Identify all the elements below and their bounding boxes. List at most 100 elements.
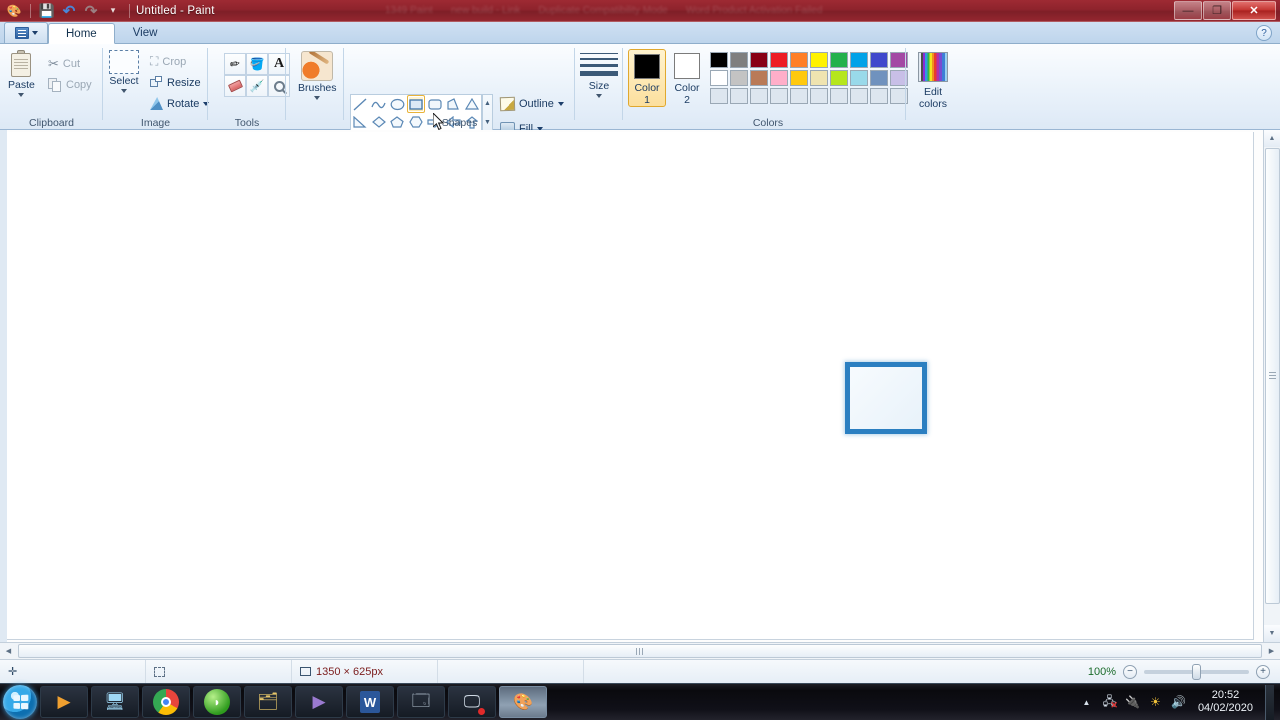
- palette-swatch-r2-c1[interactable]: [710, 70, 728, 86]
- minimize-button[interactable]: —: [1174, 1, 1202, 20]
- color-2-button[interactable]: Color 2: [668, 49, 706, 107]
- palette-swatch-r2-c8[interactable]: [850, 70, 868, 86]
- palette-swatch-r3-c3[interactable]: [750, 88, 768, 104]
- taskbar-paint[interactable]: 🎨: [499, 686, 547, 718]
- scroll-right-icon[interactable]: ▶: [1263, 643, 1280, 659]
- horizontal-scrollbar[interactable]: ◀ ▶: [0, 642, 1280, 659]
- shapes-scroll-up-icon[interactable]: ▲: [483, 95, 492, 112]
- palette-swatch-r1-c9[interactable]: [870, 52, 888, 68]
- vertical-scrollbar[interactable]: ▲ ▼: [1263, 130, 1280, 642]
- select-dropdown-arrow[interactable]: [121, 89, 127, 93]
- size-dropdown-arrow[interactable]: [596, 94, 602, 98]
- drawn-square[interactable]: [845, 362, 927, 434]
- save-icon[interactable]: 💾: [37, 1, 57, 21]
- taskbar-screen-recorder[interactable]: 🖵: [448, 686, 496, 718]
- show-desktop-button[interactable]: [1265, 684, 1274, 720]
- palette-swatch-r2-c6[interactable]: [810, 70, 828, 86]
- taskbar-media-player[interactable]: ▶: [40, 686, 88, 718]
- rectangle-shape[interactable]: [406, 95, 426, 113]
- palette-swatch-r1-c3[interactable]: [750, 52, 768, 68]
- zoom-slider[interactable]: [1144, 663, 1249, 680]
- palette-swatch-r2-c3[interactable]: [750, 70, 768, 86]
- palette-swatch-r3-c5[interactable]: [790, 88, 808, 104]
- taskbar-clock[interactable]: 20:52 04/02/2020: [1194, 689, 1257, 715]
- palette-swatch-r1-c1[interactable]: [710, 52, 728, 68]
- select-button[interactable]: Select: [109, 50, 139, 93]
- redo-icon[interactable]: ↷: [81, 1, 101, 21]
- taskbar-file-explorer[interactable]: 🗂: [244, 686, 292, 718]
- power-plug-icon[interactable]: 🔌: [1125, 695, 1140, 710]
- help-icon[interactable]: ?: [1256, 25, 1272, 41]
- taskbar-microsoft-word[interactable]: W: [346, 686, 394, 718]
- vertical-scroll-thumb[interactable]: [1264, 148, 1280, 604]
- file-menu-button[interactable]: [4, 22, 48, 43]
- palette-swatch-r1-c7[interactable]: [830, 52, 848, 68]
- maximize-button[interactable]: ❐: [1203, 1, 1231, 20]
- taskbar-computer[interactable]: 🖥: [91, 686, 139, 718]
- palette-swatch-r3-c1[interactable]: [710, 88, 728, 104]
- palette-swatch-r3-c8[interactable]: [850, 88, 868, 104]
- undo-icon[interactable]: ↶: [59, 1, 79, 21]
- palette-swatch-r1-c4[interactable]: [770, 52, 788, 68]
- outline-button[interactable]: Outline: [499, 94, 572, 114]
- close-button[interactable]: ✕: [1232, 1, 1276, 20]
- color-picker-tool[interactable]: 💉: [246, 75, 268, 97]
- eraser-tool[interactable]: [224, 75, 246, 97]
- palette-swatch-r2-c4[interactable]: [770, 70, 788, 86]
- edit-colors-button[interactable]: Edit colors: [913, 52, 953, 110]
- palette-swatch-r2-c2[interactable]: [730, 70, 748, 86]
- palette-swatch-r2-c9[interactable]: [870, 70, 888, 86]
- triangle-shape[interactable]: [462, 95, 481, 113]
- palette-swatch-r3-c6[interactable]: [810, 88, 828, 104]
- palette-swatch-r3-c4[interactable]: [770, 88, 788, 104]
- drawing-canvas[interactable]: Left click on Rectangle shape to draw a …: [7, 132, 1254, 720]
- palette-swatch-r3-c2[interactable]: [730, 88, 748, 104]
- color-1-button[interactable]: Color 1: [628, 49, 666, 107]
- palette-swatch-r1-c6[interactable]: [810, 52, 828, 68]
- customize-qat-icon[interactable]: ▾: [103, 1, 123, 21]
- zoom-out-button[interactable]: −: [1123, 664, 1137, 679]
- scroll-left-icon[interactable]: ◀: [0, 643, 17, 659]
- scroll-down-icon[interactable]: ▼: [1263, 625, 1280, 642]
- zoom-in-button[interactable]: +: [1256, 664, 1270, 679]
- rotate-button[interactable]: Rotate: [150, 94, 210, 113]
- taskbar-video-player[interactable]: ▶: [295, 686, 343, 718]
- start-orb[interactable]: [3, 685, 37, 719]
- palette-swatch-r1-c8[interactable]: [850, 52, 868, 68]
- tab-view[interactable]: View: [115, 22, 176, 43]
- horizontal-scroll-thumb[interactable]: [18, 644, 1262, 658]
- curve-shape[interactable]: [370, 95, 389, 113]
- paste-dropdown-arrow[interactable]: [18, 93, 25, 97]
- palette-swatch-r3-c7[interactable]: [830, 88, 848, 104]
- copy-button[interactable]: Copy: [48, 75, 92, 94]
- palette-swatch-r2-c7[interactable]: [830, 70, 848, 86]
- taskbar-google-chrome[interactable]: [142, 686, 190, 718]
- cut-button[interactable]: ✂ Cut: [48, 54, 80, 73]
- show-hidden-icons-arrow[interactable]: ▲: [1079, 695, 1094, 710]
- resize-button[interactable]: Resize: [150, 73, 201, 92]
- scroll-up-icon[interactable]: ▲: [1263, 130, 1280, 147]
- network-disconnected-icon[interactable]: 🖧 ✕: [1102, 694, 1118, 710]
- brushes-dropdown-arrow[interactable]: [314, 96, 321, 100]
- tab-home[interactable]: Home: [48, 23, 115, 44]
- palette-swatch-r1-c5[interactable]: [790, 52, 808, 68]
- pencil-tool[interactable]: ✏: [224, 53, 246, 75]
- palette-swatch-r2-c5[interactable]: [790, 70, 808, 86]
- size-button[interactable]: Size: [578, 53, 620, 98]
- canvas-area[interactable]: Left click on Rectangle shape to draw a …: [0, 130, 1280, 720]
- brightness-icon[interactable]: ☀: [1148, 695, 1163, 710]
- line-shape[interactable]: [351, 95, 370, 113]
- paste-button[interactable]: Paste: [8, 50, 35, 97]
- brushes-button[interactable]: Brushes: [298, 51, 337, 100]
- paint-app-icon[interactable]: 🎨: [4, 1, 24, 21]
- palette-swatch-r3-c9[interactable]: [870, 88, 888, 104]
- oval-shape[interactable]: [388, 95, 407, 113]
- zoom-slider-thumb[interactable]: [1192, 663, 1201, 680]
- rounded-rectangle-shape[interactable]: [425, 95, 444, 113]
- outline-dropdown-arrow[interactable]: [557, 102, 564, 106]
- palette-swatch-r1-c2[interactable]: [730, 52, 748, 68]
- taskbar-green-app[interactable]: ◗: [193, 686, 241, 718]
- volume-icon[interactable]: 🔊: [1171, 695, 1186, 710]
- crop-button[interactable]: ⛶ Crop: [150, 52, 186, 71]
- taskbar-app-window[interactable]: 🗔: [397, 686, 445, 718]
